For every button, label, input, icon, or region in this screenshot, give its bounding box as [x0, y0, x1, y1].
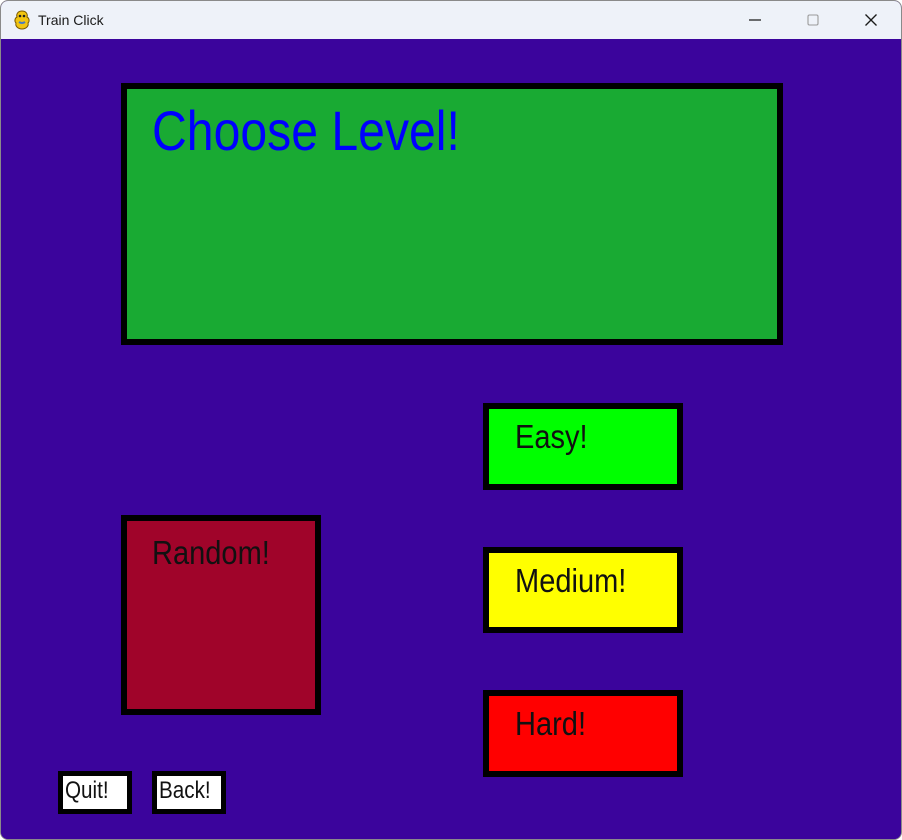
medium-level-label: Medium!	[515, 562, 627, 599]
maximize-button[interactable]	[784, 1, 842, 39]
random-level-button[interactable]: Random!	[121, 515, 321, 715]
window-title: Train Click	[38, 12, 104, 28]
close-button[interactable]	[842, 1, 900, 39]
game-canvas: Choose Level! Easy! Random! Medium! Hard…	[1, 39, 901, 839]
easy-level-button[interactable]: Easy!	[483, 403, 683, 490]
minimize-button[interactable]	[726, 1, 784, 39]
heading-panel: Choose Level!	[121, 83, 783, 345]
app-window: Train Click Choose Level! Easy! Random!	[0, 0, 902, 840]
pygame-snake-icon	[13, 10, 31, 30]
minimize-icon	[748, 13, 762, 27]
random-level-label: Random!	[152, 534, 270, 571]
easy-level-label: Easy!	[515, 418, 588, 455]
quit-label: Quit!	[65, 777, 109, 804]
hard-level-button[interactable]: Hard!	[483, 690, 683, 777]
back-button[interactable]: Back!	[152, 771, 226, 814]
hard-level-label: Hard!	[515, 705, 587, 742]
close-icon	[864, 13, 878, 27]
page-title: Choose Level!	[152, 99, 460, 162]
back-label: Back!	[159, 777, 211, 804]
title-bar[interactable]: Train Click	[1, 1, 901, 39]
quit-button[interactable]: Quit!	[58, 771, 132, 814]
maximize-icon	[806, 13, 820, 27]
medium-level-button[interactable]: Medium!	[483, 547, 683, 633]
